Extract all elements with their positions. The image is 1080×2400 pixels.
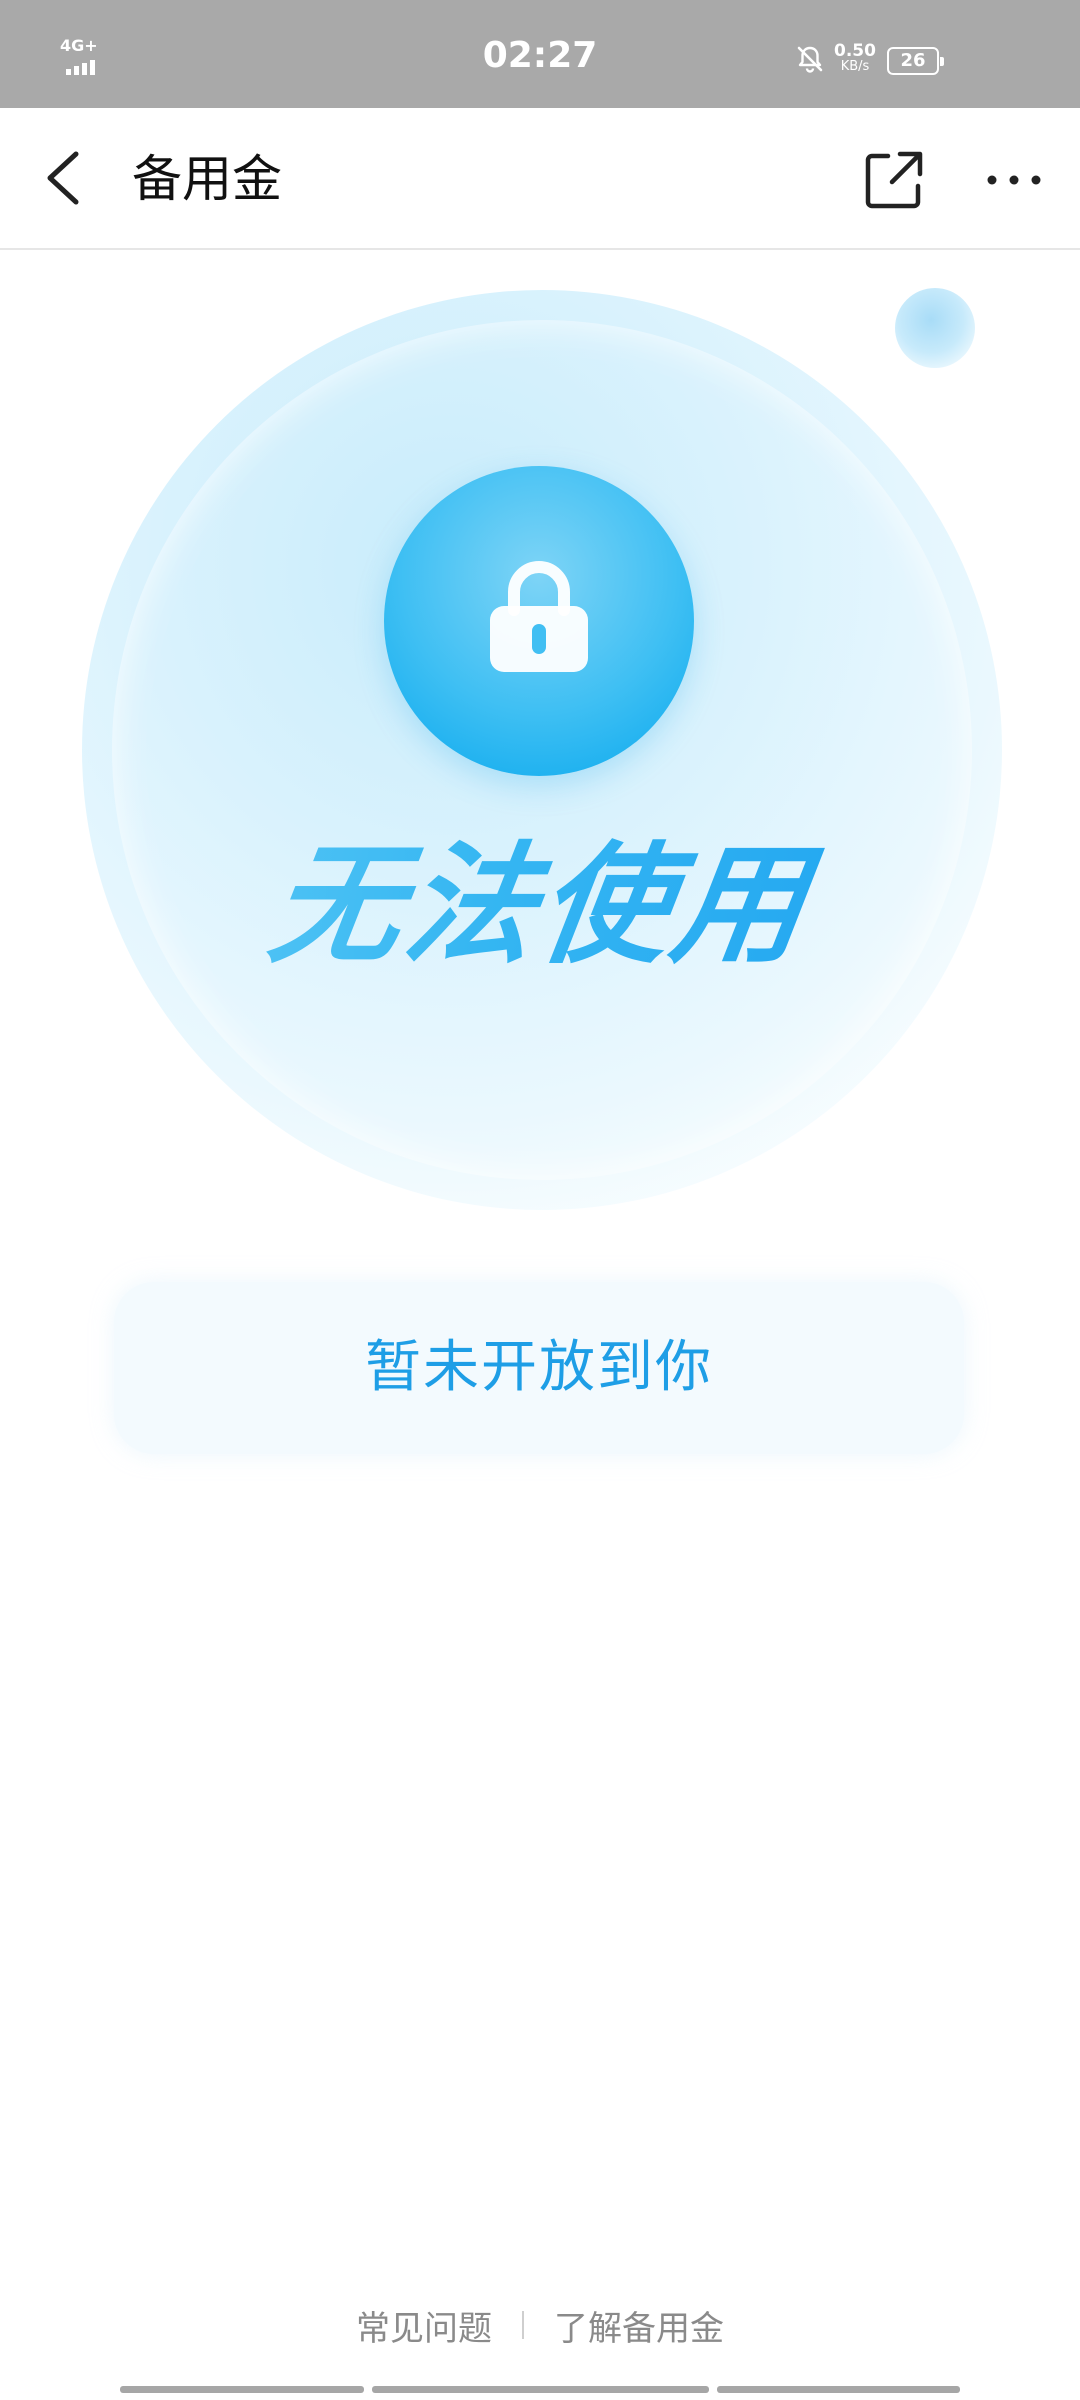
notice-text: 暂未开放到你 [365,1335,713,1400]
network-speed: 0.50 KB/s [833,41,877,75]
status-bar: 4G+ 02:27 0.50 KB/s 26 [0,0,1080,108]
notice-card: 暂未开放到你 [114,1282,964,1454]
gesture-bar-segment [120,2386,365,2393]
faq-link[interactable]: 常见问题 [350,2301,498,2350]
more-button[interactable] [978,144,1050,216]
back-button[interactable] [30,138,100,218]
mute-bell-icon [797,46,823,73]
gesture-bar[interactable] [120,2386,960,2394]
learn-more-link[interactable]: 了解备用金 [548,2301,730,2350]
unavailable-heading: 无法使用 [0,829,1080,981]
more-icon [987,175,1041,185]
battery-icon: 26 [887,47,944,75]
share-icon [865,151,923,209]
lock-badge [384,466,694,776]
gesture-bar-segment [372,2386,709,2393]
hero-illustration: 无法使用 [0,250,1080,1230]
decorative-bubble-small [895,288,975,368]
back-chevron-icon [47,151,79,205]
app-screen: 4G+ 02:27 0.50 KB/s 26 备用金 无法使用 暂未开放到你 常… [0,0,1080,2400]
share-button[interactable] [858,144,930,216]
network-speed-unit: KB/s [840,59,870,74]
network-speed-value: 0.50 [834,41,876,61]
nav-bar: 备用金 [0,108,1080,250]
footer-links: 常见问题 了解备用金 [0,2295,1080,2355]
lock-icon [490,561,588,672]
gesture-bar-segment [716,2386,960,2393]
battery-level: 26 [900,50,926,71]
page-title: 备用金 [132,150,282,208]
footer-divider [522,2311,524,2339]
